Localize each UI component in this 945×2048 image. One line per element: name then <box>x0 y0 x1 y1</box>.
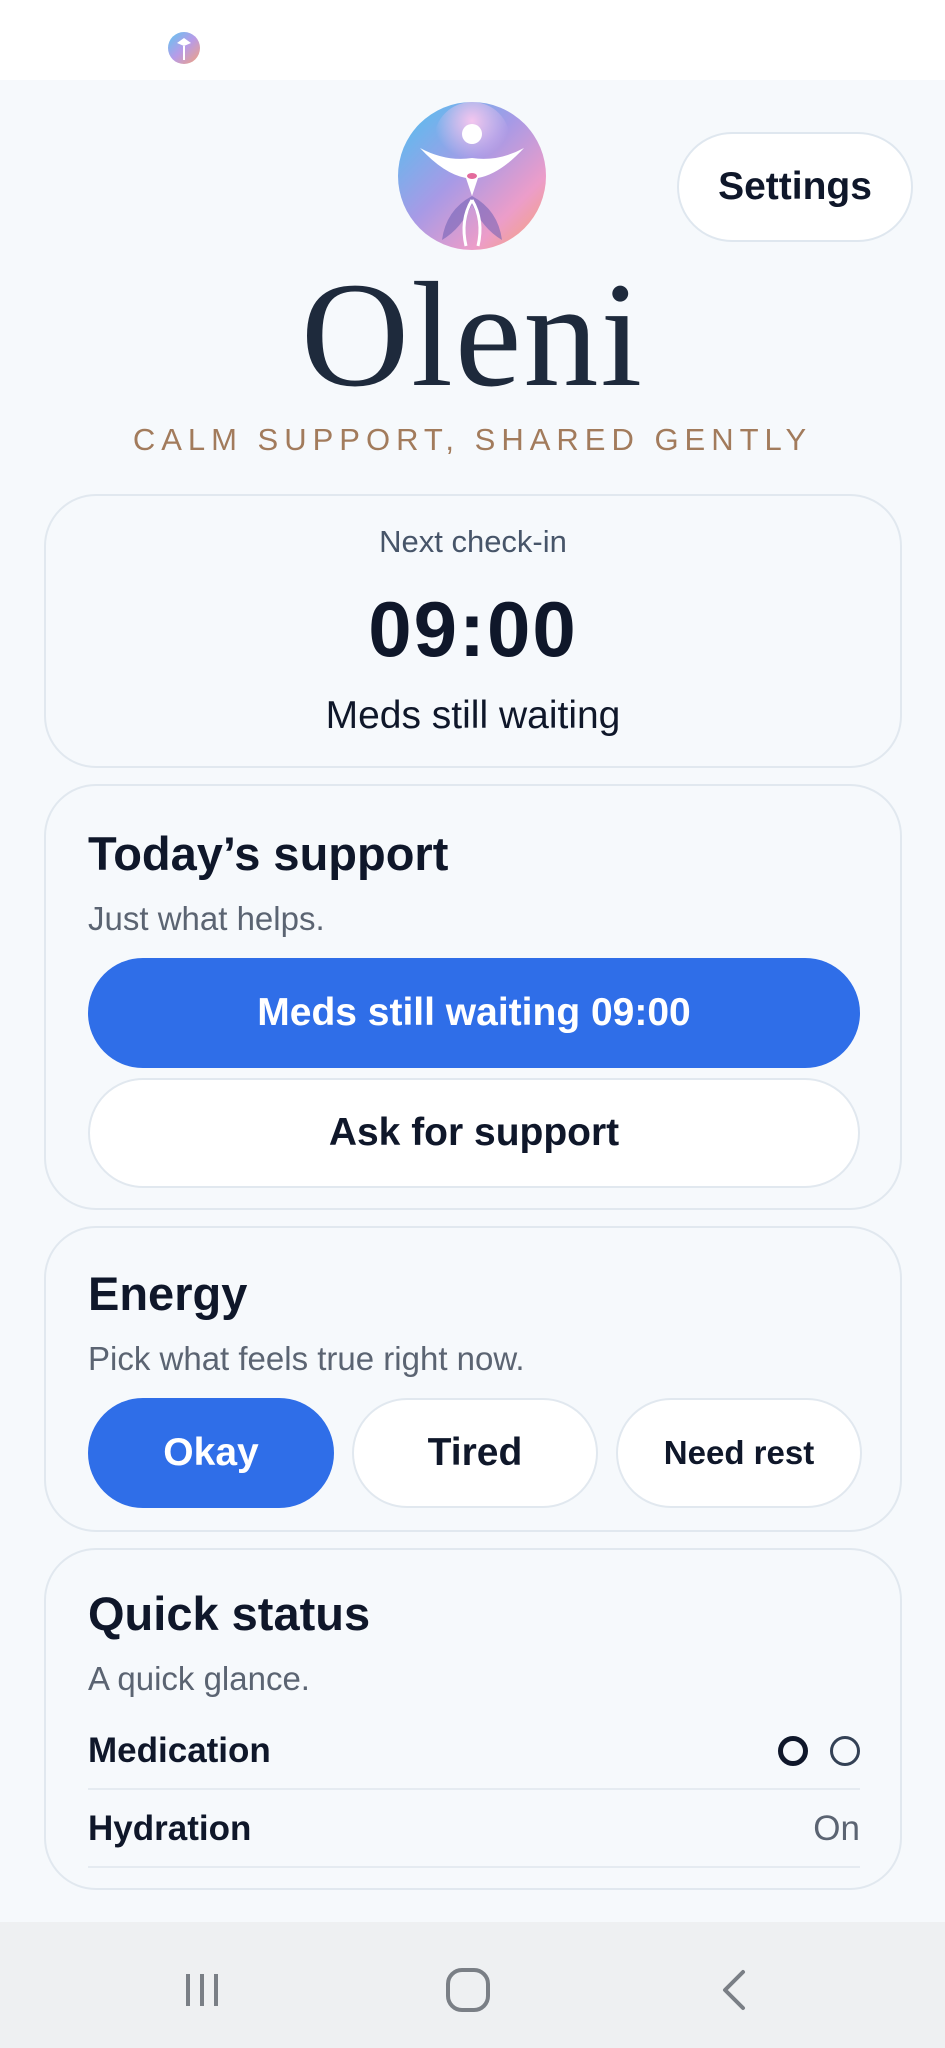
back-icon[interactable] <box>705 1960 765 2020</box>
quick-status-hint: A quick glance. <box>88 1660 310 1697</box>
status-row-label: Hydration <box>88 1809 252 1848</box>
settings-button[interactable]: Settings <box>677 132 913 242</box>
energy-option-tired[interactable]: Tired <box>352 1398 598 1508</box>
energy-card: Energy Pick what feels true right now. O… <box>44 1226 902 1532</box>
home-icon[interactable] <box>438 1960 498 2020</box>
energy-hint: Pick what feels true right now. <box>88 1340 525 1377</box>
lotus-figure-logo-icon <box>398 102 546 250</box>
next-checkin-label: Next check-in <box>379 524 567 559</box>
energy-option-okay[interactable]: Okay <box>88 1398 334 1508</box>
app-tagline: CALM SUPPORT, SHARED GENTLY <box>132 422 813 457</box>
system-nav-bar <box>0 1922 945 2048</box>
meds-waiting-button[interactable]: Meds still waiting 09:00 <box>88 958 860 1068</box>
app-header: Settings Oleni CALM SUPPORT, SHARED GENT… <box>0 80 945 480</box>
ask-for-support-button[interactable]: Ask for support <box>88 1078 860 1188</box>
app-wordmark: Oleni <box>300 252 645 418</box>
quick-status-title: Quick status <box>88 1587 371 1640</box>
app-notification-icon <box>168 32 200 64</box>
status-row-label: Medication <box>88 1731 271 1770</box>
todays-support-card: Today’s support Just what helps. Meds st… <box>44 784 902 1210</box>
recent-apps-icon[interactable] <box>172 1960 232 2020</box>
medication-dose-indicator <box>778 1736 860 1766</box>
status-row-value: On <box>813 1809 860 1848</box>
next-checkin-time: 09:00 <box>368 585 578 673</box>
dose-dot-pending <box>830 1736 860 1766</box>
energy-option-need-rest[interactable]: Need rest <box>616 1398 862 1508</box>
status-bar <box>0 0 945 80</box>
energy-title: Energy <box>88 1267 248 1320</box>
status-row-hydration: Hydration On <box>88 1792 860 1868</box>
next-checkin-card: Next check-in 09:00 Meds still waiting <box>44 494 902 768</box>
dose-dot-taken <box>778 1736 808 1766</box>
status-row-medication: Medication <box>88 1714 860 1790</box>
quick-status-card: Quick status A quick glance. Medication … <box>44 1548 902 1890</box>
next-checkin-status: Meds still waiting <box>325 694 621 737</box>
support-hint: Just what helps. <box>88 900 325 937</box>
support-title: Today’s support <box>88 827 449 880</box>
